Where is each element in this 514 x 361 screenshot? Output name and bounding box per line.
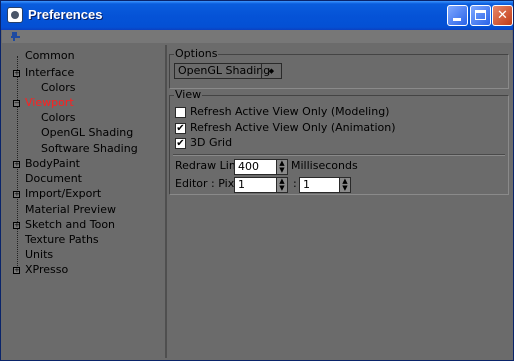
3d-grid-label: 3D Grid: [190, 136, 233, 149]
tree-item-interface[interactable]: Interface: [25, 66, 74, 80]
expand-bodypaint-icon[interactable]: +: [13, 161, 20, 168]
editor-pixel-y-stepper[interactable]: ▲ ▼: [339, 178, 350, 192]
spin-down-icon: ▼: [342, 184, 348, 192]
tree-item-label: Interface: [25, 66, 75, 79]
settings-panel: Options OpenGL Shading ◆ View Refresh Ac…: [168, 45, 511, 358]
editor-pixel-x-value: 1: [238, 178, 245, 191]
redraw-unit-label: Milliseconds: [291, 159, 358, 172]
tree-item-viewport-colors[interactable]: Colors: [41, 111, 75, 125]
dropdown-arrow-icon: ◆: [261, 64, 281, 78]
tree-item-material-preview[interactable]: Material Preview: [25, 203, 116, 217]
redraw-limit-field[interactable]: 400 ▲ ▼: [234, 159, 288, 175]
editor-pixel-y-value: 1: [303, 178, 310, 191]
tree-item-document[interactable]: Document: [25, 172, 82, 186]
options-group: Options OpenGL Shading ◆: [169, 48, 509, 89]
checkmark-icon: ✔: [176, 123, 185, 134]
tree-item-software-shading[interactable]: Software Shading: [41, 142, 138, 156]
minimize-icon: [453, 18, 461, 21]
shading-mode-dropdown[interactable]: OpenGL Shading ◆: [174, 63, 282, 79]
expand-xpresso-icon[interactable]: +: [13, 267, 20, 274]
tree-item-label: Colors: [41, 81, 76, 94]
view-group-label: View: [174, 88, 203, 101]
refresh-modeling-checkbox[interactable]: [175, 107, 186, 118]
editor-pixel-y-field[interactable]: 1 ▲ ▼: [299, 177, 351, 193]
tree-item-xpresso[interactable]: XPresso: [25, 263, 68, 277]
refresh-modeling-label: Refresh Active View Only (Modeling): [190, 105, 390, 118]
refresh-animation-label: Refresh Active View Only (Animation): [190, 121, 396, 134]
tree-item-label: Material Preview: [25, 203, 117, 216]
tree-item-texture-paths[interactable]: Texture Paths: [25, 233, 99, 247]
tree-item-label: Units: [25, 248, 54, 261]
tree-item-label: Software Shading: [41, 142, 138, 155]
tree-item-label: Colors: [41, 111, 76, 124]
editor-pixel-separator: :: [293, 177, 297, 190]
pane-splitter[interactable]: [165, 45, 167, 358]
collapse-viewport-icon[interactable]: −: [13, 100, 20, 107]
tree-item-sketch-and-toon[interactable]: Sketch and Toon: [25, 218, 115, 232]
spin-down-icon: ▼: [279, 184, 285, 192]
expand-import-export-icon[interactable]: +: [13, 191, 20, 198]
tree-item-label: Import/Export: [25, 187, 102, 200]
refresh-animation-checkbox[interactable]: ✔: [175, 123, 186, 134]
toolbar: [2, 30, 512, 43]
view-group: View Refresh Active View Only (Modeling)…: [169, 89, 509, 195]
close-icon: ✕: [497, 8, 508, 23]
tree-item-label: Viewport: [25, 96, 74, 109]
maximize-button[interactable]: [470, 5, 491, 26]
maximize-icon: [475, 10, 486, 20]
tree-item-label: BodyPaint: [25, 157, 80, 170]
tree-item-label: Document: [25, 172, 82, 185]
tree-item-interface-colors[interactable]: Colors: [41, 81, 75, 95]
pin-icon[interactable]: [10, 31, 22, 42]
tree-item-bodypaint[interactable]: BodyPaint: [25, 157, 80, 171]
3d-grid-checkbox[interactable]: ✔: [175, 138, 186, 149]
tree-item-label: XPresso: [25, 263, 69, 276]
category-tree: Common + Interface Colors − Viewport Col…: [5, 45, 166, 358]
view-separator: [173, 154, 505, 156]
redraw-limit-stepper[interactable]: ▲ ▼: [276, 160, 287, 174]
options-group-label: Options: [174, 47, 219, 60]
tree-item-label: Texture Paths: [25, 233, 99, 246]
app-icon: [7, 7, 23, 23]
shading-mode-value: OpenGL Shading: [178, 64, 271, 77]
editor-pixel-x-field[interactable]: 1 ▲ ▼: [234, 177, 288, 193]
window-title: Preferences: [28, 7, 103, 22]
tree-item-label: Sketch and Toon: [25, 218, 116, 231]
title-bar[interactable]: Preferences ✕: [1, 1, 513, 30]
tree-item-units[interactable]: Units: [25, 248, 53, 262]
expand-interface-icon[interactable]: +: [13, 70, 20, 77]
tree-item-label: Common: [25, 49, 75, 62]
tree-item-label: OpenGL Shading: [41, 126, 134, 139]
expand-sketch-and-toon-icon[interactable]: +: [13, 222, 20, 229]
redraw-limit-value: 400: [238, 160, 259, 173]
tree-item-import-export[interactable]: Import/Export: [25, 187, 101, 201]
preferences-window: Preferences ✕ Common + Interface Colors …: [0, 0, 514, 361]
tree-item-viewport[interactable]: Viewport: [25, 96, 74, 110]
spin-down-icon: ▼: [279, 166, 285, 174]
tree-item-common[interactable]: Common: [25, 49, 75, 63]
minimize-button[interactable]: [447, 5, 468, 26]
close-button[interactable]: ✕: [492, 5, 513, 26]
editor-pixel-x-stepper[interactable]: ▲ ▼: [276, 178, 287, 192]
tree-item-opengl-shading[interactable]: OpenGL Shading: [41, 126, 133, 140]
checkmark-icon: ✔: [176, 138, 185, 149]
